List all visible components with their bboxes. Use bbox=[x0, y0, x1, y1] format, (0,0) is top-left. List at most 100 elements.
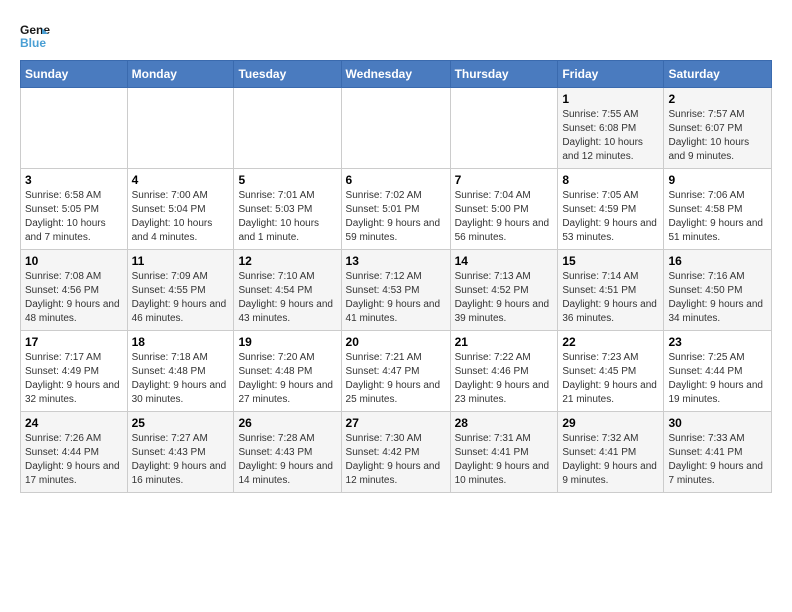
day-number: 28 bbox=[455, 416, 554, 430]
day-info: Sunrise: 7:00 AM Sunset: 5:04 PM Dayligh… bbox=[132, 189, 230, 245]
calendar-cell: 8 Sunrise: 7:05 AM Sunset: 4:59 PM Daylig… bbox=[558, 169, 664, 250]
day-info: Sunrise: 7:25 AM Sunset: 4:44 PM Dayligh… bbox=[668, 351, 767, 407]
calendar-cell: 24Sunrise: 7:26 AM Sunset: 4:44 PM Dayli… bbox=[21, 412, 128, 493]
day-info: Sunrise: 7:16 AM Sunset: 4:50 PM Dayligh… bbox=[668, 270, 767, 326]
day-info: Sunrise: 7:14 AM Sunset: 4:51 PM Dayligh… bbox=[562, 270, 659, 326]
day-number: 21 bbox=[455, 335, 554, 349]
logo: General Blue bbox=[20, 20, 50, 50]
day-info: Sunrise: 7:23 AM Sunset: 4:45 PM Dayligh… bbox=[562, 351, 659, 407]
calendar-cell: 25 Sunrise: 7:27 AM Sunset: 4:43 PM Dayli… bbox=[127, 412, 234, 493]
calendar-cell: 2 Sunrise: 7:57 AM Sunset: 6:07 PM Daylig… bbox=[664, 88, 772, 169]
day-info: Sunrise: 7:02 AM Sunset: 5:01 PM Dayligh… bbox=[346, 189, 446, 245]
day-info: Sunrise: 7:10 AM Sunset: 4:54 PM Dayligh… bbox=[238, 270, 336, 326]
day-info: Sunrise: 7:30 AM Sunset: 4:42 PM Dayligh… bbox=[346, 432, 446, 488]
day-info: Sunrise: 7:17 AM Sunset: 4:49 PM Dayligh… bbox=[25, 351, 123, 407]
day-number: 23 bbox=[668, 335, 767, 349]
calendar-table: SundayMondayTuesdayWednesdayThursdayFrid… bbox=[20, 60, 772, 493]
day-number: 1 bbox=[562, 92, 659, 106]
calendar-cell bbox=[21, 88, 128, 169]
weekday-header-saturday: Saturday bbox=[664, 61, 772, 88]
day-number: 10 bbox=[25, 254, 123, 268]
calendar-cell: 21 Sunrise: 7:22 AM Sunset: 4:46 PM Dayli… bbox=[450, 331, 558, 412]
weekday-header-sunday: Sunday bbox=[21, 61, 128, 88]
day-info: Sunrise: 7:22 AM Sunset: 4:46 PM Dayligh… bbox=[455, 351, 554, 407]
day-info: Sunrise: 7:32 AM Sunset: 4:41 PM Dayligh… bbox=[562, 432, 659, 488]
day-info: Sunrise: 7:20 AM Sunset: 4:48 PM Dayligh… bbox=[238, 351, 336, 407]
day-number: 18 bbox=[132, 335, 230, 349]
weekday-header-tuesday: Tuesday bbox=[234, 61, 341, 88]
day-info: Sunrise: 7:06 AM Sunset: 4:58 PM Dayligh… bbox=[668, 189, 767, 245]
calendar-cell: 1Sunrise: 7:55 AM Sunset: 6:08 PM Daylig… bbox=[558, 88, 664, 169]
calendar-cell: 29 Sunrise: 7:32 AM Sunset: 4:41 PM Dayli… bbox=[558, 412, 664, 493]
day-number: 2 bbox=[668, 92, 767, 106]
day-info: Sunrise: 7:57 AM Sunset: 6:07 PM Dayligh… bbox=[668, 108, 767, 164]
calendar-cell bbox=[127, 88, 234, 169]
calendar-cell: 27 Sunrise: 7:30 AM Sunset: 4:42 PM Dayli… bbox=[341, 412, 450, 493]
day-number: 16 bbox=[668, 254, 767, 268]
day-number: 12 bbox=[238, 254, 336, 268]
day-info: Sunrise: 7:33 AM Sunset: 4:41 PM Dayligh… bbox=[668, 432, 767, 488]
day-info: Sunrise: 6:58 AM Sunset: 5:05 PM Dayligh… bbox=[25, 189, 123, 245]
weekday-header-friday: Friday bbox=[558, 61, 664, 88]
day-number: 29 bbox=[562, 416, 659, 430]
calendar-cell: 23 Sunrise: 7:25 AM Sunset: 4:44 PM Dayli… bbox=[664, 331, 772, 412]
day-info: Sunrise: 7:01 AM Sunset: 5:03 PM Dayligh… bbox=[238, 189, 336, 245]
calendar-cell: 18 Sunrise: 7:18 AM Sunset: 4:48 PM Dayli… bbox=[127, 331, 234, 412]
day-info: Sunrise: 7:18 AM Sunset: 4:48 PM Dayligh… bbox=[132, 351, 230, 407]
day-info: Sunrise: 7:08 AM Sunset: 4:56 PM Dayligh… bbox=[25, 270, 123, 326]
day-info: Sunrise: 7:05 AM Sunset: 4:59 PM Dayligh… bbox=[562, 189, 659, 245]
calendar-cell: 28 Sunrise: 7:31 AM Sunset: 4:41 PM Dayli… bbox=[450, 412, 558, 493]
day-info: Sunrise: 7:04 AM Sunset: 5:00 PM Dayligh… bbox=[455, 189, 554, 245]
day-info: Sunrise: 7:28 AM Sunset: 4:43 PM Dayligh… bbox=[238, 432, 336, 488]
calendar-cell: 22 Sunrise: 7:23 AM Sunset: 4:45 PM Dayli… bbox=[558, 331, 664, 412]
logo-icon: General Blue bbox=[20, 20, 50, 50]
day-number: 26 bbox=[238, 416, 336, 430]
day-number: 11 bbox=[132, 254, 230, 268]
day-info: Sunrise: 7:21 AM Sunset: 4:47 PM Dayligh… bbox=[346, 351, 446, 407]
calendar-cell: 10 Sunrise: 7:08 AM Sunset: 4:56 PM Dayli… bbox=[21, 250, 128, 331]
day-info: Sunrise: 7:31 AM Sunset: 4:41 PM Dayligh… bbox=[455, 432, 554, 488]
svg-text:Blue: Blue bbox=[20, 36, 46, 50]
day-number: 13 bbox=[346, 254, 446, 268]
calendar-cell: 9 Sunrise: 7:06 AM Sunset: 4:58 PM Daylig… bbox=[664, 169, 772, 250]
day-number: 4 bbox=[132, 173, 230, 187]
calendar-cell: 19 Sunrise: 7:20 AM Sunset: 4:48 PM Dayli… bbox=[234, 331, 341, 412]
calendar-cell: 6Sunrise: 7:02 AM Sunset: 5:01 PM Daylig… bbox=[341, 169, 450, 250]
day-number: 8 bbox=[562, 173, 659, 187]
calendar-cell: 11 Sunrise: 7:09 AM Sunset: 4:55 PM Dayli… bbox=[127, 250, 234, 331]
calendar-cell: 5 Sunrise: 7:01 AM Sunset: 5:03 PM Daylig… bbox=[234, 169, 341, 250]
page-header: General Blue bbox=[20, 20, 772, 50]
day-info: Sunrise: 7:26 AM Sunset: 4:44 PM Dayligh… bbox=[25, 432, 123, 488]
calendar-cell: 12 Sunrise: 7:10 AM Sunset: 4:54 PM Dayli… bbox=[234, 250, 341, 331]
calendar-cell: 17 Sunrise: 7:17 AM Sunset: 4:49 PM Dayli… bbox=[21, 331, 128, 412]
weekday-header-monday: Monday bbox=[127, 61, 234, 88]
day-number: 7 bbox=[455, 173, 554, 187]
calendar-cell: 7 Sunrise: 7:04 AM Sunset: 5:00 PM Daylig… bbox=[450, 169, 558, 250]
weekday-header-wednesday: Wednesday bbox=[341, 61, 450, 88]
day-number: 9 bbox=[668, 173, 767, 187]
day-number: 25 bbox=[132, 416, 230, 430]
calendar-cell: 13 Sunrise: 7:12 AM Sunset: 4:53 PM Dayli… bbox=[341, 250, 450, 331]
svg-text:General: General bbox=[20, 23, 50, 37]
day-number: 5 bbox=[238, 173, 336, 187]
calendar-cell bbox=[341, 88, 450, 169]
weekday-header-thursday: Thursday bbox=[450, 61, 558, 88]
day-number: 3 bbox=[25, 173, 123, 187]
calendar-cell: 15 Sunrise: 7:14 AM Sunset: 4:51 PM Dayli… bbox=[558, 250, 664, 331]
day-number: 15 bbox=[562, 254, 659, 268]
day-number: 22 bbox=[562, 335, 659, 349]
day-number: 27 bbox=[346, 416, 446, 430]
calendar-cell: 14 Sunrise: 7:13 AM Sunset: 4:52 PM Dayli… bbox=[450, 250, 558, 331]
calendar-cell: 30Sunrise: 7:33 AM Sunset: 4:41 PM Dayli… bbox=[664, 412, 772, 493]
day-info: Sunrise: 7:27 AM Sunset: 4:43 PM Dayligh… bbox=[132, 432, 230, 488]
day-number: 17 bbox=[25, 335, 123, 349]
calendar-cell: 26 Sunrise: 7:28 AM Sunset: 4:43 PM Dayli… bbox=[234, 412, 341, 493]
calendar-cell: 3 Sunrise: 6:58 AM Sunset: 5:05 PM Daylig… bbox=[21, 169, 128, 250]
day-number: 19 bbox=[238, 335, 336, 349]
day-info: Sunrise: 7:13 AM Sunset: 4:52 PM Dayligh… bbox=[455, 270, 554, 326]
day-info: Sunrise: 7:09 AM Sunset: 4:55 PM Dayligh… bbox=[132, 270, 230, 326]
day-number: 20 bbox=[346, 335, 446, 349]
day-number: 14 bbox=[455, 254, 554, 268]
day-info: Sunrise: 7:12 AM Sunset: 4:53 PM Dayligh… bbox=[346, 270, 446, 326]
calendar-cell: 20 Sunrise: 7:21 AM Sunset: 4:47 PM Dayli… bbox=[341, 331, 450, 412]
